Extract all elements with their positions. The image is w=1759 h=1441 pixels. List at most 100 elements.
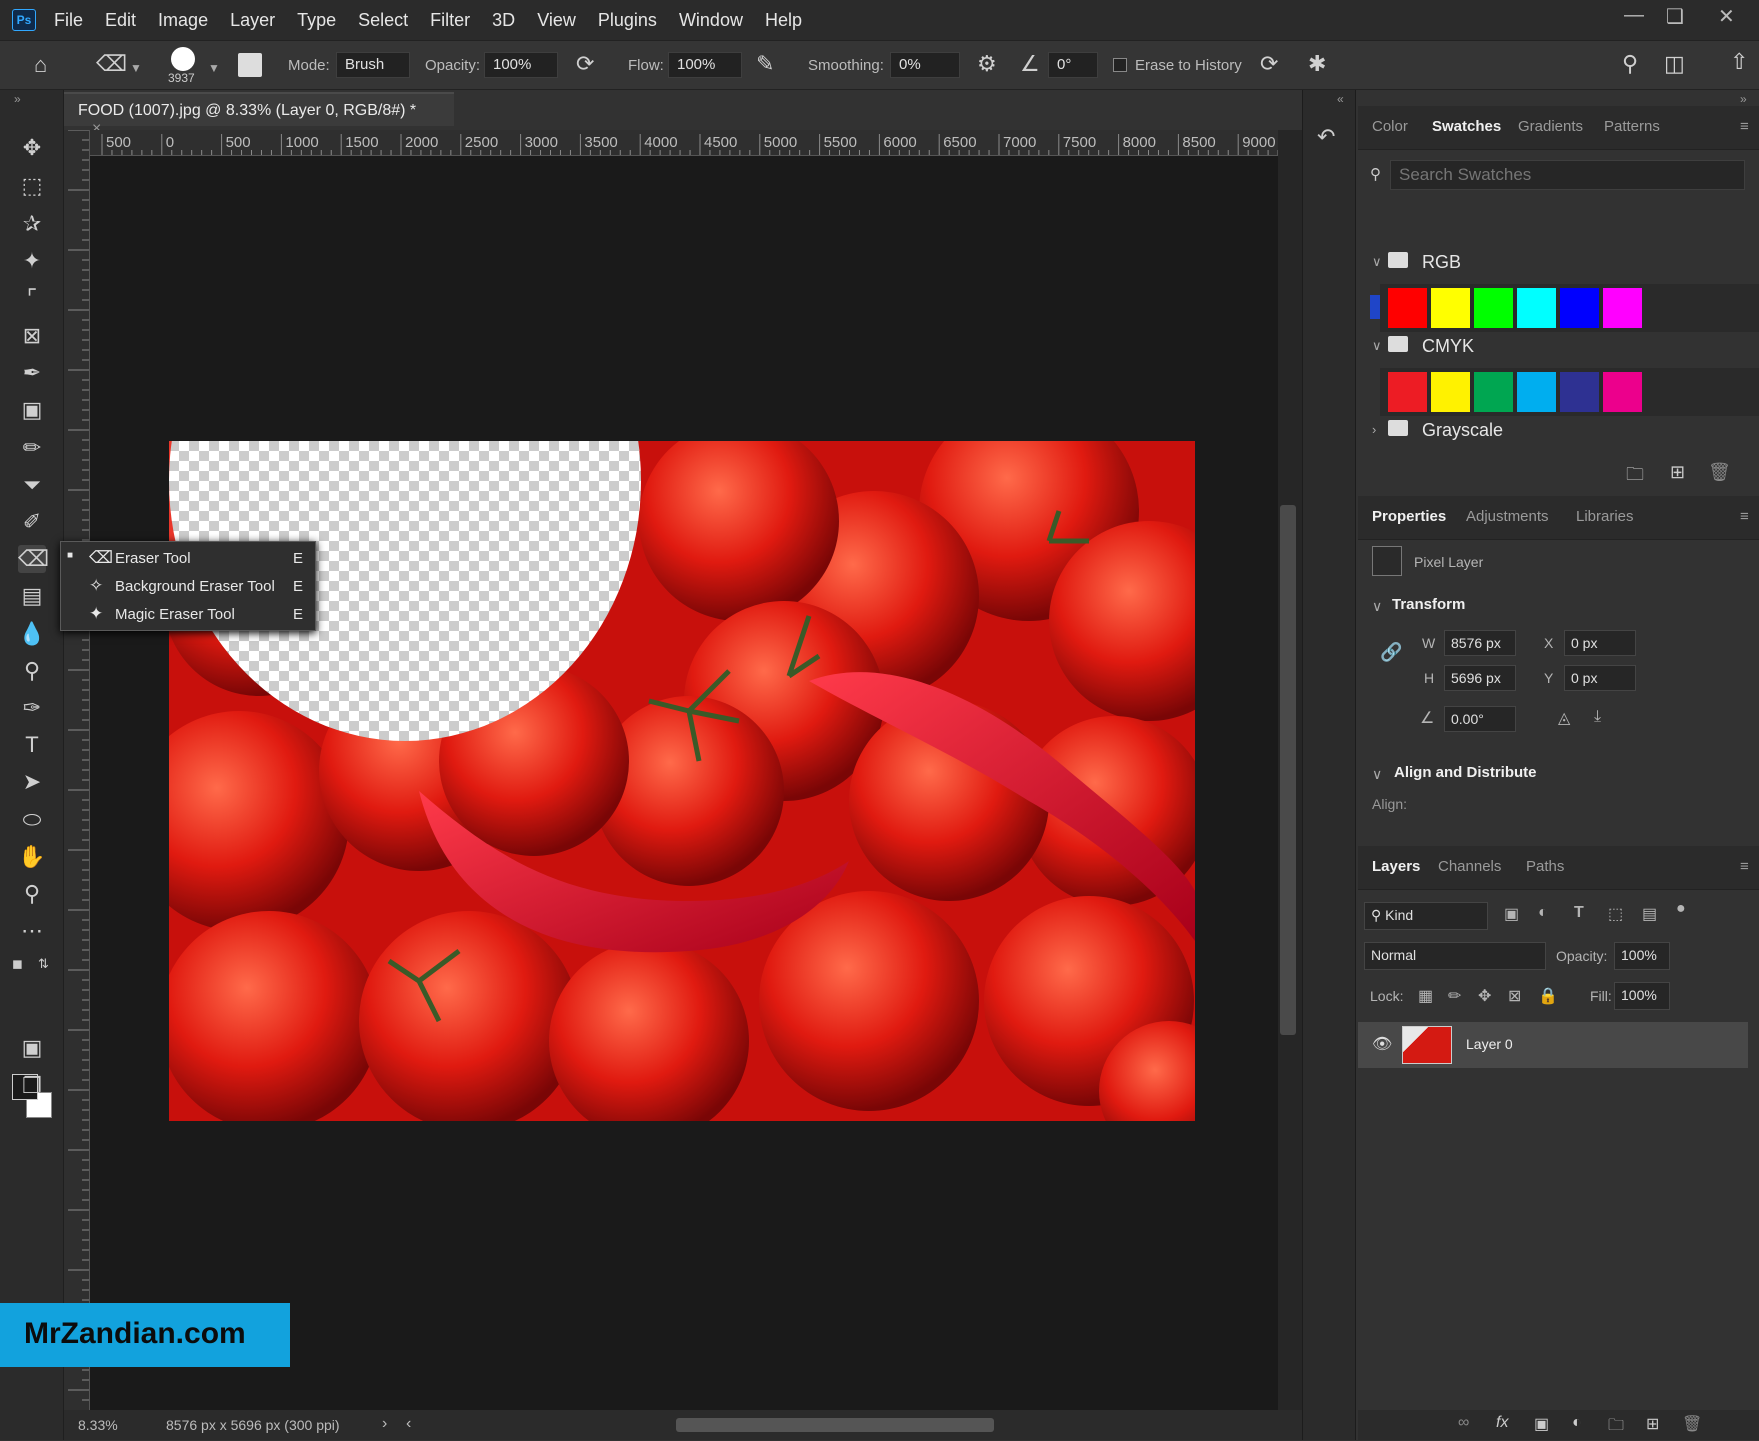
eraser-preset-icon[interactable]: ⌫: [96, 53, 127, 75]
lock-all-icon[interactable]: 🔒: [1538, 986, 1558, 1006]
zoom-tool-icon[interactable]: ⚲: [18, 880, 46, 908]
eyedropper-tool-icon[interactable]: ✒: [18, 359, 46, 387]
minimize-icon[interactable]: —: [1624, 4, 1644, 27]
new-group-icon[interactable]: 🗀: [1608, 1414, 1624, 1441]
ellipse-tool-icon[interactable]: ⬭: [18, 806, 46, 834]
tab-swatches[interactable]: Swatches: [1432, 118, 1501, 135]
collapse-panels-icon[interactable]: «: [1337, 92, 1344, 106]
filter-smart-object-icon[interactable]: ▤: [1642, 904, 1657, 924]
swatch-group-grayscale[interactable]: › Grayscale: [1358, 414, 1759, 454]
lock-transparency-icon[interactable]: ▦: [1418, 986, 1433, 1006]
mode-select[interactable]: Brush: [336, 52, 410, 78]
menu-window[interactable]: Window: [679, 10, 743, 31]
rotation-input[interactable]: 0.00°: [1444, 706, 1516, 732]
pressure-opacity-icon[interactable]: ⟳: [576, 53, 594, 75]
filter-type-icon[interactable]: T: [1574, 904, 1584, 922]
flyout-item-background-eraser[interactable]: ✧ Background Eraser Tool E: [61, 572, 315, 600]
brush-settings-icon[interactable]: [238, 53, 262, 77]
type-tool-icon[interactable]: T: [18, 731, 46, 759]
blur-tool-icon[interactable]: 💧: [18, 620, 46, 648]
symmetry-icon[interactable]: ✱: [1308, 53, 1326, 75]
tab-libraries[interactable]: Libraries: [1576, 508, 1634, 525]
tab-paths[interactable]: Paths: [1526, 858, 1564, 875]
trash-icon[interactable]: 🗑: [1682, 1414, 1702, 1434]
menu-file[interactable]: File: [54, 10, 83, 31]
color-swatch[interactable]: [1474, 372, 1513, 412]
tab-layers[interactable]: Layers: [1372, 858, 1420, 875]
canvas-area[interactable]: [90, 156, 1278, 1410]
lock-position-icon[interactable]: ✥: [1478, 986, 1491, 1006]
tab-gradients[interactable]: Gradients: [1518, 118, 1583, 135]
width-input[interactable]: 8576 px: [1444, 630, 1516, 656]
blend-mode-select[interactable]: Normal: [1364, 942, 1546, 970]
tab-adjustments[interactable]: Adjustments: [1466, 508, 1549, 525]
chevron-right-icon[interactable]: ›: [382, 1415, 387, 1433]
chevron-right-icon[interactable]: ›: [1372, 422, 1376, 437]
restore-icon[interactable]: ❑: [1666, 4, 1684, 29]
menu-select[interactable]: Select: [358, 10, 408, 31]
scroll-left-icon[interactable]: ‹: [406, 1415, 411, 1433]
tab-properties[interactable]: Properties: [1372, 508, 1446, 525]
chevron-down-icon[interactable]: ∨: [1372, 766, 1382, 783]
tab-channels[interactable]: Channels: [1438, 858, 1501, 875]
flyout-item-eraser[interactable]: ■ ⌫ Eraser Tool E: [61, 544, 315, 572]
lock-artboard-icon[interactable]: ⊠: [1508, 986, 1521, 1006]
document-tab[interactable]: FOOD (1007).jpg @ 8.33% (Layer 0, RGB/8#…: [64, 92, 454, 137]
opacity-input[interactable]: 100%: [484, 52, 558, 78]
flip-vertical-icon[interactable]: ⤓: [1594, 708, 1601, 726]
path-selection-tool-icon[interactable]: ➤: [18, 768, 46, 796]
menu-type[interactable]: Type: [297, 10, 336, 31]
history-panel-icon[interactable]: ↶: [1317, 124, 1335, 150]
more-tools-icon[interactable]: ⋯: [18, 917, 46, 945]
spot-healing-tool-icon[interactable]: ▣: [18, 396, 46, 424]
vertical-scroll-thumb[interactable]: [1280, 505, 1296, 1035]
link-layers-icon[interactable]: ∞: [1458, 1414, 1469, 1432]
share-icon[interactable]: ⇧: [1730, 51, 1748, 73]
color-swatch[interactable]: [1517, 288, 1556, 328]
chevron-down-icon[interactable]: ∨: [1372, 338, 1382, 354]
chevron-down-icon[interactable]: ▼: [130, 61, 142, 75]
tab-color[interactable]: Color: [1372, 118, 1408, 135]
document-image[interactable]: [169, 441, 1195, 1121]
eye-visibility-icon[interactable]: 👁: [1372, 1034, 1392, 1054]
swatch-group-rgb[interactable]: ∨ RGB: [1358, 246, 1759, 286]
frame-tool-icon[interactable]: ⊠: [18, 322, 46, 350]
zoom-level[interactable]: 8.33%: [78, 1417, 118, 1433]
crop-tool-icon[interactable]: ⌜: [18, 284, 46, 312]
brush-tool-icon[interactable]: ✏: [18, 434, 46, 462]
color-swatch[interactable]: [1474, 288, 1513, 328]
menu-filter[interactable]: Filter: [430, 10, 470, 31]
chevron-down-icon[interactable]: ∨: [1372, 598, 1382, 615]
expand-toolbar-icon[interactable]: »: [14, 92, 21, 106]
adjustment-layer-icon[interactable]: ◐: [1572, 1414, 1582, 1432]
layer-row[interactable]: 👁 Layer 0: [1358, 1022, 1748, 1068]
smoothing-input[interactable]: 0%: [890, 52, 960, 78]
color-swatch[interactable]: [1517, 372, 1556, 412]
transform-header[interactable]: Transform: [1392, 596, 1465, 613]
magic-wand-tool-icon[interactable]: ✦: [18, 247, 46, 275]
new-layer-icon[interactable]: ⊞: [1646, 1414, 1659, 1434]
add-mask-icon[interactable]: ▣: [1534, 1414, 1549, 1434]
angle-input[interactable]: 0°: [1048, 52, 1098, 78]
lock-paint-icon[interactable]: ✏: [1448, 986, 1461, 1006]
ruler-vertical[interactable]: [64, 130, 90, 1410]
layer-name[interactable]: Layer 0: [1466, 1036, 1513, 1052]
color-swatch[interactable]: [1388, 288, 1427, 328]
screen-mode-icon[interactable]: ❐: [18, 1072, 46, 1100]
filter-pixel-icon[interactable]: ▣: [1504, 904, 1519, 924]
brush-preview-icon[interactable]: [171, 47, 195, 71]
hand-tool-icon[interactable]: ✋: [18, 843, 46, 871]
menu-plugins[interactable]: Plugins: [598, 10, 657, 31]
layer-opacity-input[interactable]: 100%: [1614, 942, 1670, 970]
chevron-down-icon[interactable]: ▼: [208, 61, 220, 75]
menu-help[interactable]: Help: [765, 10, 802, 31]
color-swatch[interactable]: [1560, 372, 1599, 412]
menu-view[interactable]: View: [537, 10, 576, 31]
height-input[interactable]: 5696 px: [1444, 665, 1516, 691]
airbrush-icon[interactable]: ✎: [756, 53, 774, 75]
menu-image[interactable]: Image: [158, 10, 208, 31]
trash-icon[interactable]: 🗑: [1708, 462, 1731, 483]
quick-mask-icon[interactable]: ▣: [18, 1034, 46, 1062]
color-swatch[interactable]: [1603, 288, 1642, 328]
clone-stamp-tool-icon[interactable]: ⏷: [18, 471, 46, 499]
